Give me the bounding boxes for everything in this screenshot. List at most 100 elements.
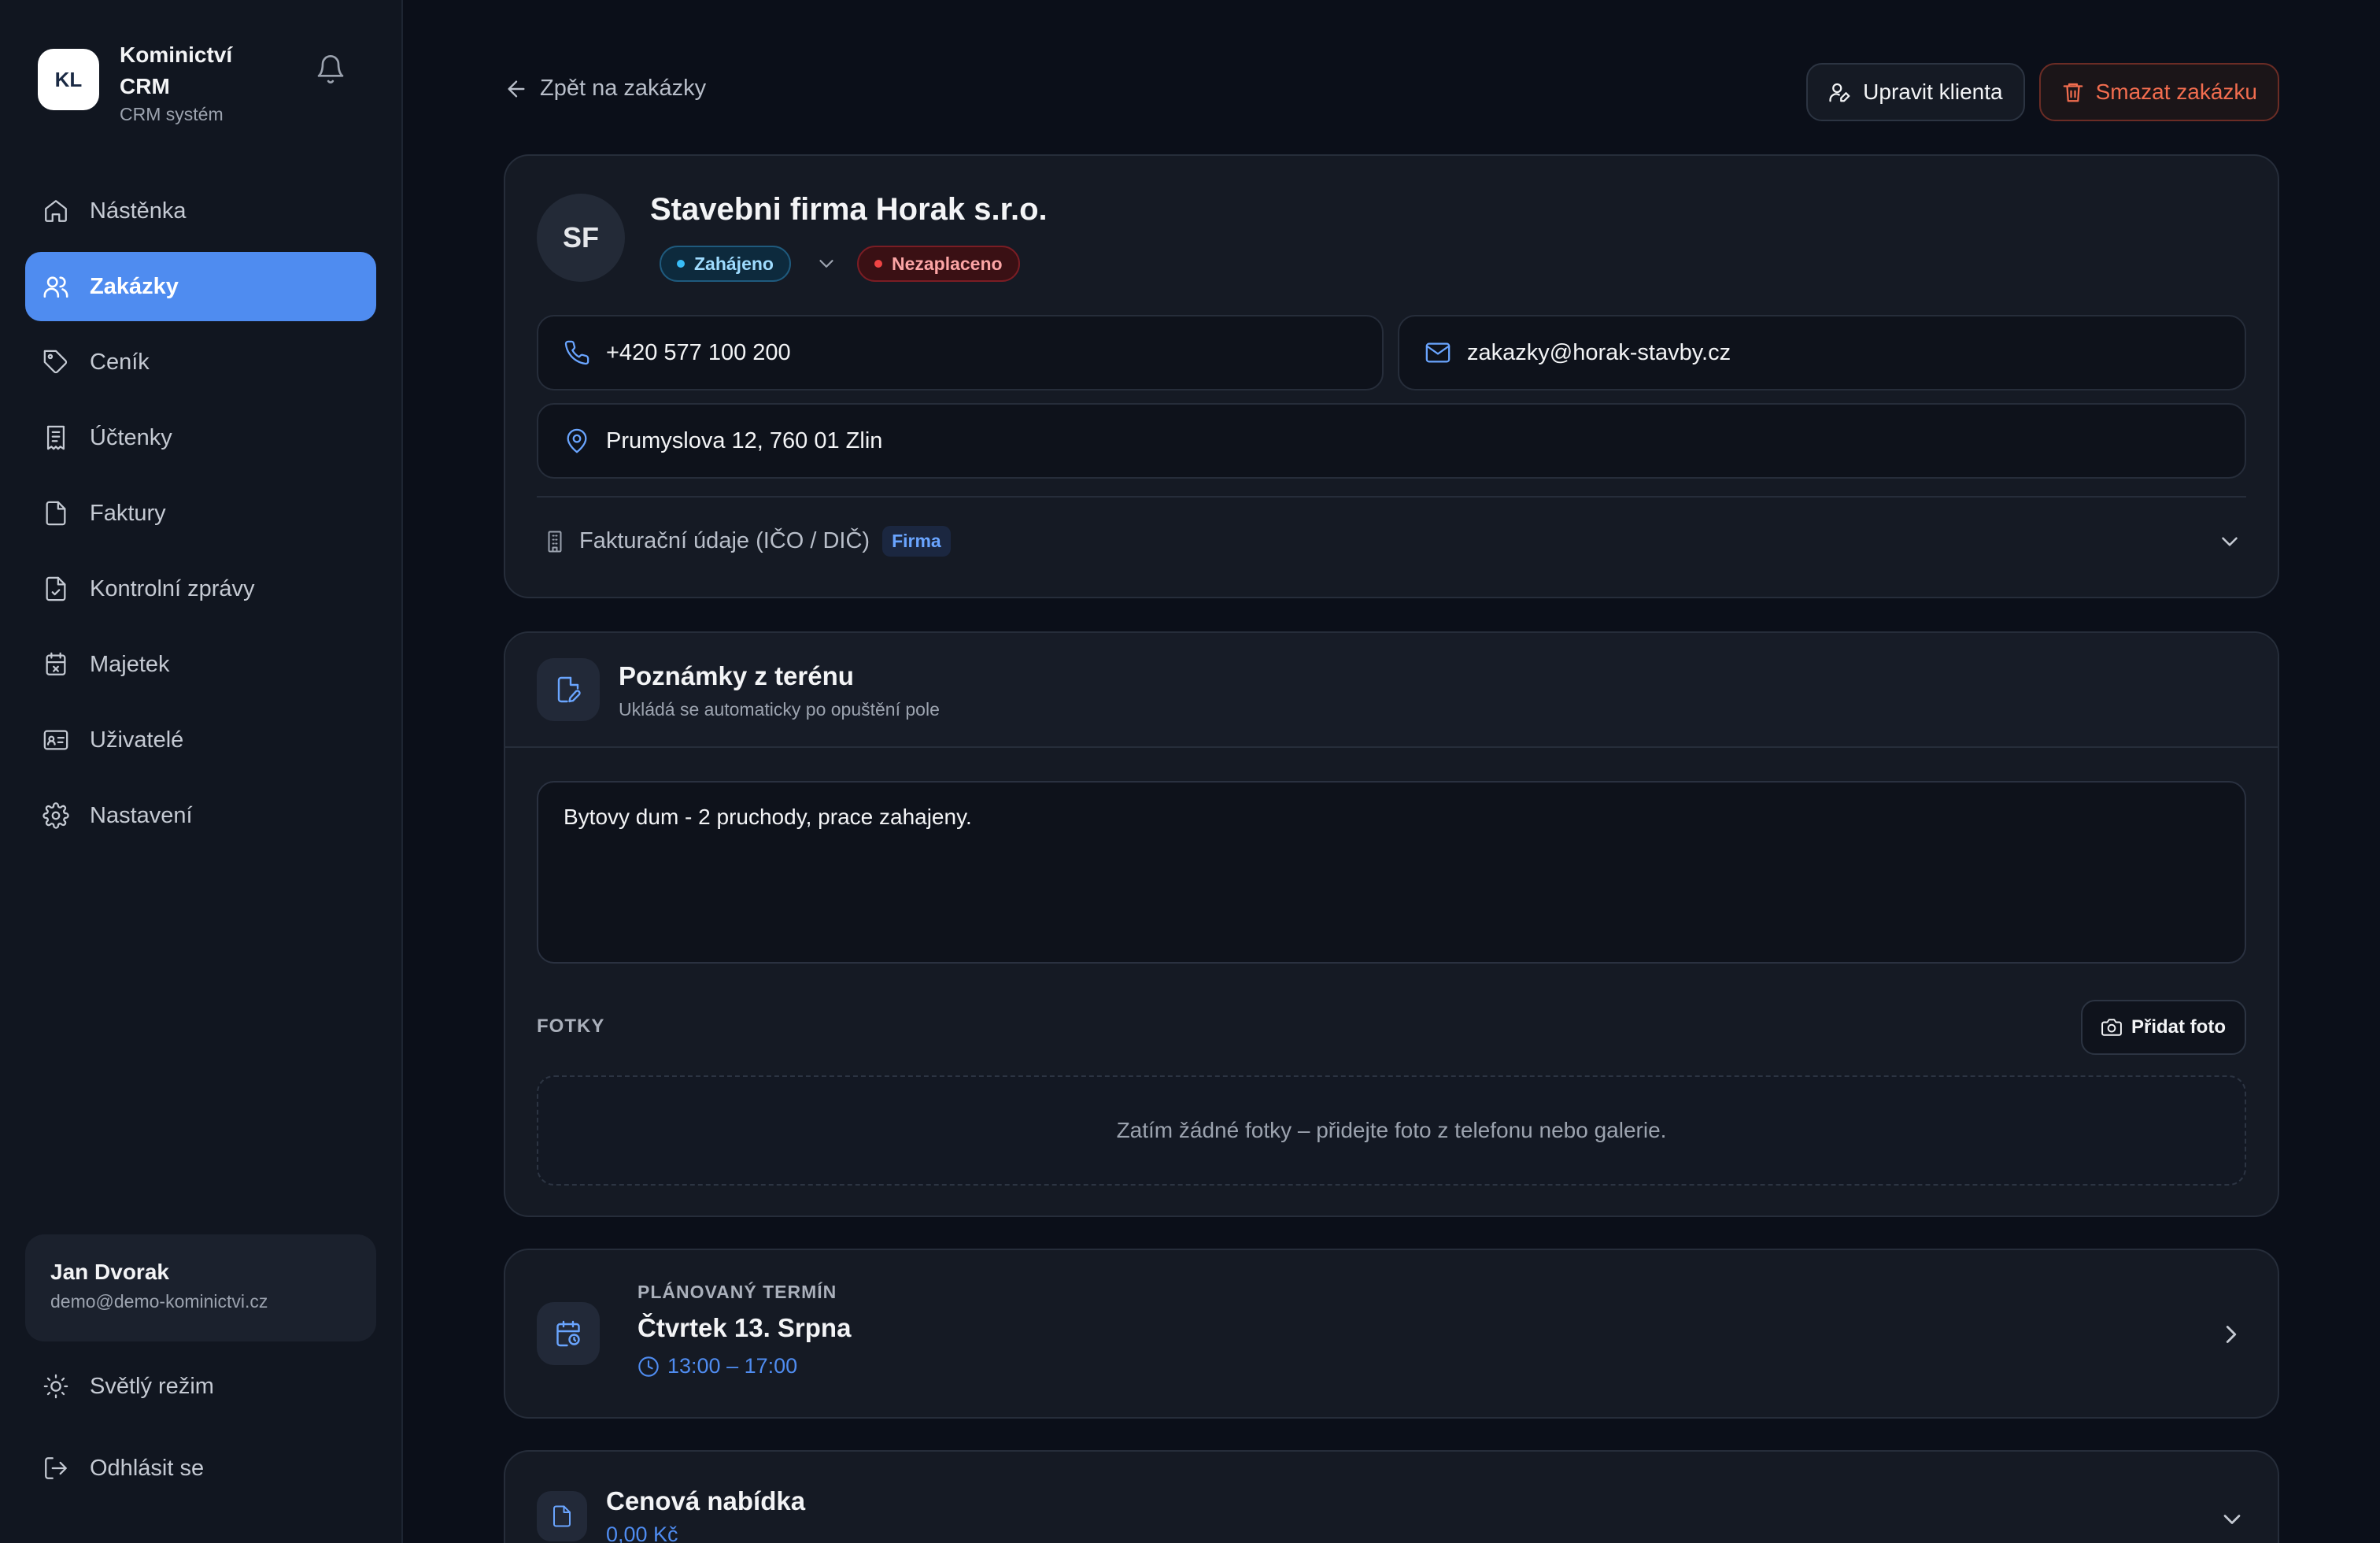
status-badge[interactable]: Zahájeno: [660, 246, 791, 282]
schedule-card[interactable]: PLÁNOVANÝ TERMÍN Čtvrtek 13. Srpna 13:00…: [504, 1249, 2279, 1419]
photos-empty-text: Zatím žádné fotky – přidejte foto z tele…: [1116, 1118, 1667, 1142]
address-value: Prumyslova 12, 760 01 Zlin: [606, 427, 883, 453]
status-label: Zahájeno: [694, 253, 774, 274]
receipt-icon: [42, 424, 69, 451]
notes-header: Poznámky z terénu Ukládá se automaticky …: [505, 633, 2278, 748]
sidebar-item-label: Nastavení: [90, 802, 193, 828]
offer-card[interactable]: Cenová nabídka 0,00 Kč: [504, 1450, 2279, 1543]
edit-client-button[interactable]: Upravit klienta: [1806, 63, 2025, 121]
chevron-down-icon[interactable]: [815, 252, 838, 276]
email-field[interactable]: zakazky@horak-stavby.cz: [1398, 315, 2246, 390]
chevron-down-icon: [2216, 528, 2243, 555]
photos-label: FOTKY: [537, 1016, 605, 1037]
logout-label: Odhlásit se: [90, 1455, 205, 1481]
divider: [537, 496, 2246, 498]
client-name: Stavebni firma Horak s.r.o.: [650, 192, 1048, 227]
payment-badge[interactable]: Nezaplaceno: [856, 246, 1020, 282]
app-logo: KL: [38, 49, 99, 110]
delete-order-button[interactable]: Smazat zakázku: [2038, 63, 2279, 121]
file-check-icon: [42, 575, 69, 602]
file-icon: [42, 500, 69, 527]
logout-button[interactable]: Odhlásit se: [42, 1455, 204, 1482]
app-subtitle: CRM systém: [120, 104, 224, 124]
edit-client-label: Upravit klienta: [1863, 80, 2003, 104]
logout-icon: [42, 1455, 69, 1482]
sidebar-item-users[interactable]: Uživatelé: [25, 705, 376, 775]
sidebar-item-label: Zakázky: [90, 273, 179, 299]
camera-icon: [2101, 1017, 2122, 1038]
back-link[interactable]: Zpět na zakázky: [504, 76, 706, 102]
notes-title: Poznámky z terénu: [619, 661, 854, 690]
document-icon: [537, 1491, 587, 1541]
sidebar-item-invoices[interactable]: Faktury: [25, 479, 376, 548]
sidebar-item-reports[interactable]: Kontrolní zprávy: [25, 554, 376, 623]
calendar-box-icon: [42, 651, 69, 678]
tag-icon: [42, 349, 69, 376]
user-edit-icon: [1828, 80, 1852, 104]
chevron-right-icon: [2216, 1319, 2246, 1349]
sidebar-item-label: Uživatelé: [90, 727, 184, 753]
theme-toggle-label: Světlý režim: [90, 1373, 214, 1399]
notes-textarea[interactable]: Bytovy dum - 2 pruchody, prace zahajeny.: [537, 781, 2246, 964]
gear-icon: [42, 802, 69, 829]
arrow-left-icon: [504, 76, 529, 102]
sidebar-item-label: Nástěnka: [90, 198, 187, 224]
sidebar-item-assets[interactable]: Majetek: [25, 630, 376, 699]
add-photo-button[interactable]: Přidat foto: [2081, 1000, 2246, 1055]
building-icon: [543, 530, 567, 553]
status-badges: Zahájeno Nezaplaceno: [660, 246, 1020, 282]
id-card-icon: [42, 727, 69, 753]
schedule-date: Čtvrtek 13. Srpna: [638, 1313, 852, 1342]
schedule-time-value: 13:00 – 17:00: [667, 1354, 798, 1378]
sidebar-nav: Nástěnka Zakázky Ceník Účtenky Faktury K…: [25, 176, 376, 857]
sidebar-item-label: Účtenky: [90, 424, 172, 450]
top-actions: Upravit klienta Smazat zakázku: [1806, 63, 2279, 121]
address-field[interactable]: Prumyslova 12, 760 01 Zlin: [537, 403, 2246, 479]
avatar: SF: [537, 194, 625, 282]
sidebar-item-orders[interactable]: Zakázky: [25, 252, 376, 321]
notes-subtitle: Ukládá se automaticky po opuštění pole: [619, 699, 940, 720]
sun-icon: [42, 1373, 69, 1400]
sidebar-item-label: Ceník: [90, 349, 150, 375]
mail-icon: [1425, 339, 1451, 366]
sidebar-item-dashboard[interactable]: Nástěnka: [25, 176, 376, 246]
payment-dot: [874, 260, 882, 268]
map-pin-icon: [564, 427, 590, 454]
sidebar-item-receipts[interactable]: Účtenky: [25, 403, 376, 472]
email-value: zakazky@horak-stavby.cz: [1467, 339, 1731, 365]
sidebar-item-label: Majetek: [90, 651, 170, 677]
file-edit-icon: [537, 658, 600, 721]
photos-dropzone[interactable]: Zatím žádné fotky – přidejte foto z tele…: [537, 1075, 2246, 1186]
app-name: Kominictví CRM: [120, 43, 233, 98]
phone-value: +420 577 100 200: [606, 339, 791, 365]
clock-icon: [638, 1356, 660, 1378]
users-icon: [42, 273, 69, 300]
phone-field[interactable]: +420 577 100 200: [537, 315, 1384, 390]
brand: KL Kominictví CRM CRM systém: [38, 39, 261, 125]
add-photo-label: Přidat foto: [2131, 1016, 2226, 1038]
theme-toggle-button[interactable]: Světlý režim: [42, 1373, 214, 1400]
user-name: Jan Dvorak: [50, 1260, 169, 1284]
bell-icon[interactable]: [315, 54, 346, 85]
sidebar-item-settings[interactable]: Nastavení: [25, 781, 376, 850]
chevron-down-icon: [2218, 1505, 2246, 1534]
schedule-label: PLÁNOVANÝ TERMÍN: [638, 1282, 837, 1302]
home-icon: [42, 198, 69, 224]
billing-type-badge: Firma: [882, 526, 951, 557]
payment-label: Nezaplaceno: [891, 253, 1003, 274]
sidebar-item-label: Faktury: [90, 500, 166, 526]
back-link-label: Zpět na zakázky: [540, 76, 707, 101]
offer-title: Cenová nabídka: [606, 1486, 806, 1515]
billing-toggle[interactable]: Fakturační údaje (IČO / DIČ) Firma: [543, 526, 2243, 557]
sidebar-item-pricelist[interactable]: Ceník: [25, 327, 376, 397]
delete-order-label: Smazat zakázku: [2095, 80, 2257, 104]
client-card: SF Stavebni firma Horak s.r.o. Zahájeno …: [504, 154, 2279, 598]
trash-icon: [2061, 80, 2085, 104]
status-dot: [677, 260, 685, 268]
offer-price: 0,00 Kč: [606, 1523, 678, 1543]
user-card[interactable]: Jan Dvorak demo@demo-kominictvi.cz: [25, 1234, 376, 1341]
sidebar: KL Kominictví CRM CRM systém Nástěnka Za…: [0, 0, 403, 1543]
billing-label: Fakturační údaje (IČO / DIČ): [579, 528, 870, 553]
schedule-time: 13:00 – 17:00: [638, 1354, 797, 1378]
phone-icon: [564, 339, 590, 366]
